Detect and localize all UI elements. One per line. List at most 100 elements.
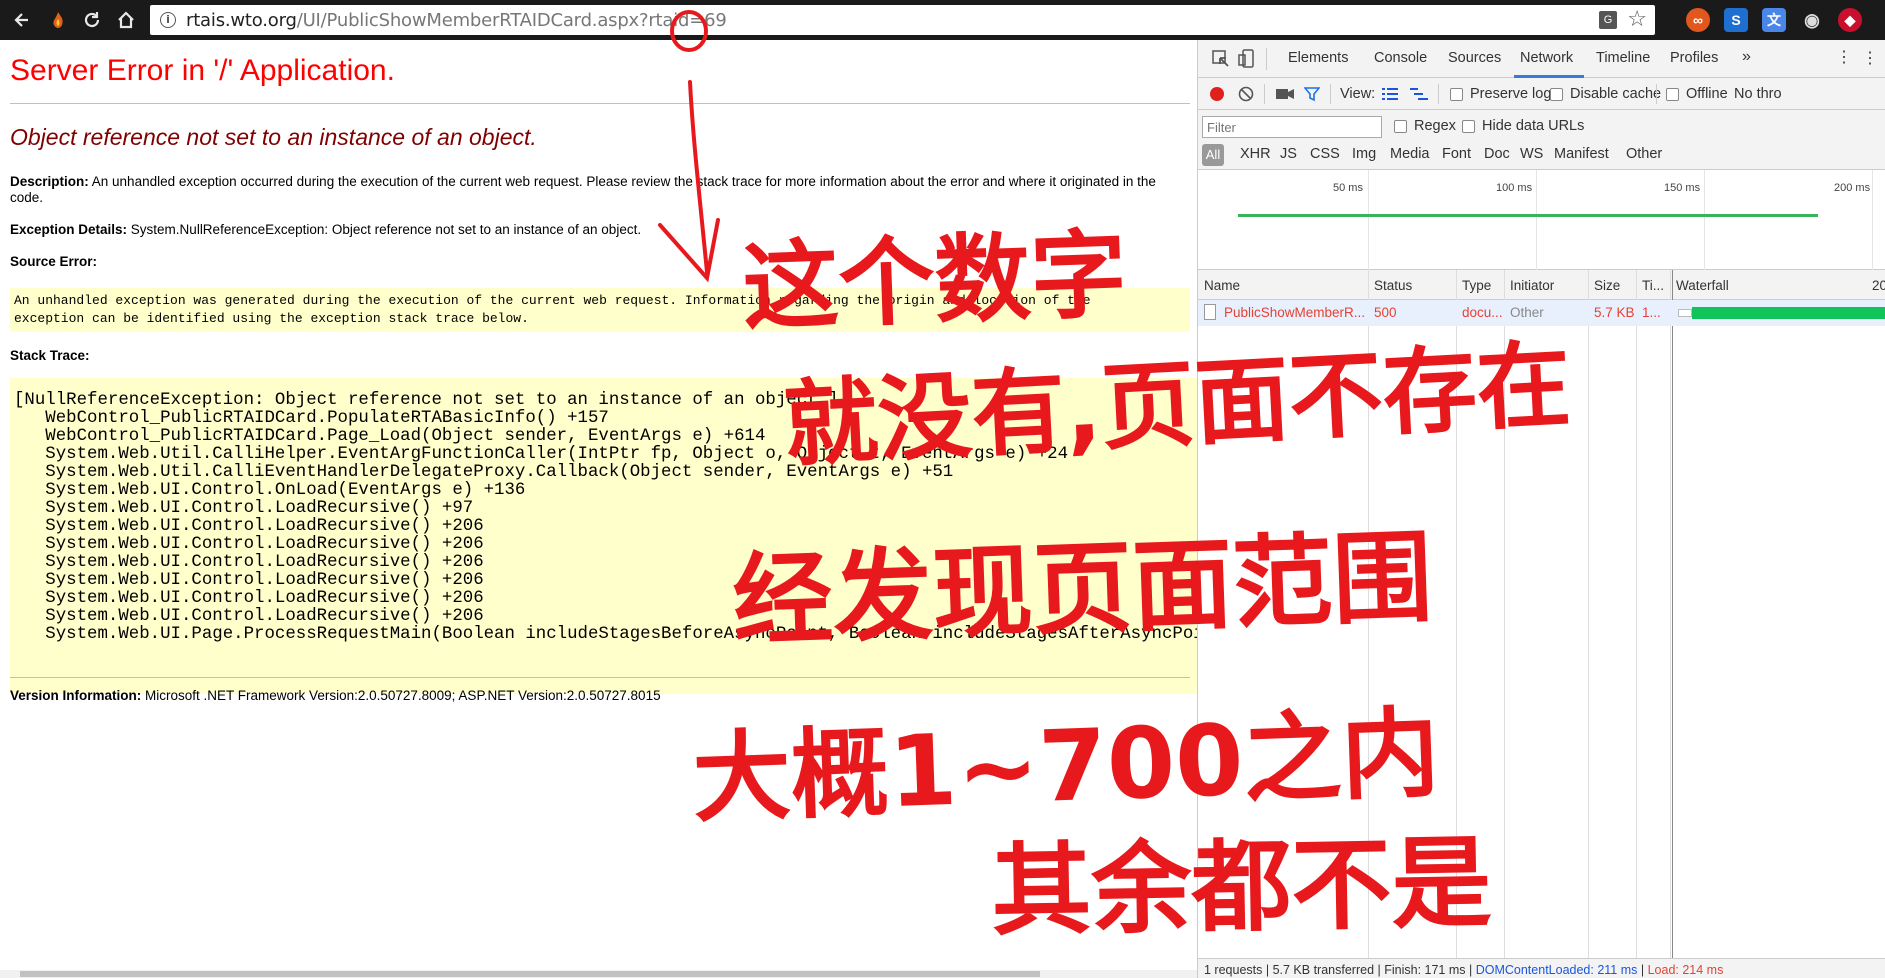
- stack-line: System.Web.UI.Control.LoadRecursive() +2…: [14, 553, 484, 572]
- summary-dom-content-loaded: DOMContentLoaded: 211 ms: [1475, 963, 1638, 977]
- title-divider: [10, 103, 1190, 104]
- toolbar-divider: [1264, 84, 1265, 104]
- type-filter-js[interactable]: JS: [1280, 146, 1297, 162]
- back-icon[interactable]: [10, 8, 34, 32]
- offline-checkbox[interactable]: [1666, 88, 1679, 101]
- list-view-icon[interactable]: [1382, 87, 1398, 101]
- url-text[interactable]: rtais.wto.org/UI/PublicShowMemberRTAIDCa…: [186, 10, 727, 31]
- toolbar-divider: [1438, 84, 1439, 104]
- infinity-ext-icon[interactable]: ∞: [1686, 8, 1710, 32]
- disable-cache-label: Disable cache: [1570, 86, 1662, 102]
- address-bar[interactable]: i rtais.wto.org/UI/PublicShowMemberRTAID…: [150, 5, 1655, 35]
- request-table-header: Name Status Type Initiator Size Ti... Wa…: [1198, 270, 1885, 300]
- column-divider: [1588, 270, 1589, 966]
- overview-tick-label: 200 ms: [1834, 182, 1871, 194]
- stack-line: System.Web.UI.Control.OnLoad(EventArgs e…: [14, 481, 526, 500]
- table-row[interactable]: PublicShowMemberR... 500 docu... Other 5…: [1198, 300, 1885, 326]
- offline-label: Offline: [1686, 86, 1728, 102]
- fire-icon[interactable]: [46, 8, 70, 32]
- menu-dots-icon[interactable]: ⋮: [1836, 47, 1852, 67]
- more-tabs-icon[interactable]: »: [1742, 48, 1751, 66]
- tab-profiles[interactable]: Profiles: [1670, 50, 1718, 66]
- devtools-tab-bar: Elements Console Sources Network Timelin…: [1198, 40, 1885, 78]
- col-waterfall-tick: 20: [1872, 278, 1885, 293]
- col-size[interactable]: Size: [1594, 278, 1620, 293]
- eye-ext-icon[interactable]: ◉: [1800, 8, 1824, 32]
- scrollbar-thumb[interactable]: [20, 971, 1040, 977]
- reload-icon[interactable]: [80, 8, 104, 32]
- s-ext-icon[interactable]: S: [1724, 8, 1748, 32]
- browser-toolbar: i rtais.wto.org/UI/PublicShowMemberRTAID…: [0, 0, 1885, 40]
- stack-line: System.Web.Util.CalliHelper.EventArgFunc…: [14, 445, 1069, 464]
- overview-load-bar: [1238, 214, 1818, 217]
- filter-input[interactable]: [1202, 116, 1382, 138]
- summary-load: Load: 214 ms: [1647, 963, 1724, 977]
- type-filter-other[interactable]: Other: [1626, 146, 1662, 162]
- disable-cache-checkbox[interactable]: [1550, 88, 1563, 101]
- preserve-log-checkbox[interactable]: [1450, 88, 1463, 101]
- network-toolbar: View: Preserve log Disable cache Offline…: [1198, 78, 1885, 110]
- star-icon[interactable]: ☆: [1627, 7, 1647, 32]
- preserve-log-label: Preserve log: [1470, 86, 1552, 102]
- col-waterfall[interactable]: Waterfall: [1676, 278, 1729, 293]
- tab-network[interactable]: Network: [1520, 50, 1573, 66]
- translate-ext-icon[interactable]: 文: [1762, 8, 1786, 32]
- clear-icon[interactable]: [1238, 86, 1254, 102]
- hide-data-urls-checkbox[interactable]: [1462, 120, 1475, 133]
- tab-elements[interactable]: Elements: [1288, 50, 1348, 66]
- record-icon[interactable]: [1210, 87, 1224, 101]
- page-title: Server Error in '/' Application.: [10, 54, 395, 87]
- stack-line: System.Web.UI.Control.LoadRecursive() +2…: [14, 589, 484, 608]
- camera-icon[interactable]: [1276, 87, 1294, 101]
- type-filter-ws[interactable]: WS: [1520, 146, 1543, 162]
- col-type[interactable]: Type: [1462, 278, 1491, 293]
- col-initiator[interactable]: Initiator: [1510, 278, 1554, 293]
- type-filter-xhr[interactable]: XHR: [1240, 146, 1271, 162]
- throttling-select[interactable]: No thro: [1734, 86, 1782, 102]
- tab-timeline[interactable]: Timeline: [1596, 50, 1650, 66]
- network-summary: 1 requests | 5.7 KB transferred | Finish…: [1198, 958, 1885, 978]
- type-filter-font[interactable]: Font: [1442, 146, 1471, 162]
- waterfall-view-icon[interactable]: [1410, 87, 1428, 101]
- inspect-icon[interactable]: [1212, 50, 1230, 68]
- type-filter-img[interactable]: Img: [1352, 146, 1376, 162]
- stack-trace-box: [NullReferenceException: Object referenc…: [10, 378, 1197, 694]
- filter-icon[interactable]: [1304, 86, 1320, 102]
- column-divider: [1504, 270, 1505, 966]
- tab-sources[interactable]: Sources: [1448, 50, 1501, 66]
- col-status[interactable]: Status: [1374, 278, 1412, 293]
- waterfall-stalled-bar: [1678, 309, 1692, 317]
- stack-trace-heading: Stack Trace:: [10, 348, 90, 364]
- shield-ext-icon[interactable]: ◆: [1838, 8, 1862, 32]
- error-page: Server Error in '/' Application. Object …: [0, 40, 1197, 978]
- overview-gridline: [1704, 170, 1705, 270]
- translate-icon[interactable]: G: [1599, 11, 1617, 29]
- device-mode-icon[interactable]: [1238, 49, 1256, 69]
- type-filter-manifest[interactable]: Manifest: [1554, 146, 1609, 162]
- close-icon[interactable]: ⋮: [1862, 48, 1878, 68]
- regex-checkbox[interactable]: [1394, 120, 1407, 133]
- type-filter-css[interactable]: CSS: [1310, 146, 1340, 162]
- exception-details: Exception Details: System.NullReferenceE…: [10, 222, 641, 238]
- exception-label: Exception Details:: [10, 222, 128, 237]
- stack-line: System.Web.UI.Control.LoadRecursive() +2…: [14, 517, 484, 536]
- request-name[interactable]: PublicShowMemberR...: [1224, 305, 1364, 320]
- col-time[interactable]: Ti...: [1642, 278, 1664, 293]
- stack-line: System.Web.UI.Control.LoadRecursive() +9…: [14, 499, 474, 518]
- type-filter-all[interactable]: All: [1202, 144, 1224, 166]
- network-overview: 50 ms 100 ms 150 ms 200 ms: [1198, 170, 1885, 270]
- home-icon[interactable]: [114, 8, 138, 32]
- tab-console[interactable]: Console: [1374, 50, 1427, 66]
- horizontal-scrollbar[interactable]: [0, 970, 1197, 978]
- col-name[interactable]: Name: [1204, 278, 1240, 293]
- stack-line: System.Web.UI.Control.LoadRecursive() +2…: [14, 535, 484, 554]
- type-filter-doc[interactable]: Doc: [1484, 146, 1510, 162]
- info-icon[interactable]: i: [160, 12, 176, 28]
- stack-line: System.Web.Util.CalliEventHandlerDelegat…: [14, 463, 954, 482]
- request-initiator: Other: [1510, 305, 1544, 320]
- view-label: View:: [1340, 86, 1376, 102]
- type-filter-media[interactable]: Media: [1390, 146, 1430, 162]
- waterfall-divider: [1672, 270, 1673, 966]
- url-path: /UI/PublicShowMemberRTAIDCard.aspx?rtaid…: [296, 10, 727, 31]
- summary-requests: 1 requests: [1204, 963, 1263, 977]
